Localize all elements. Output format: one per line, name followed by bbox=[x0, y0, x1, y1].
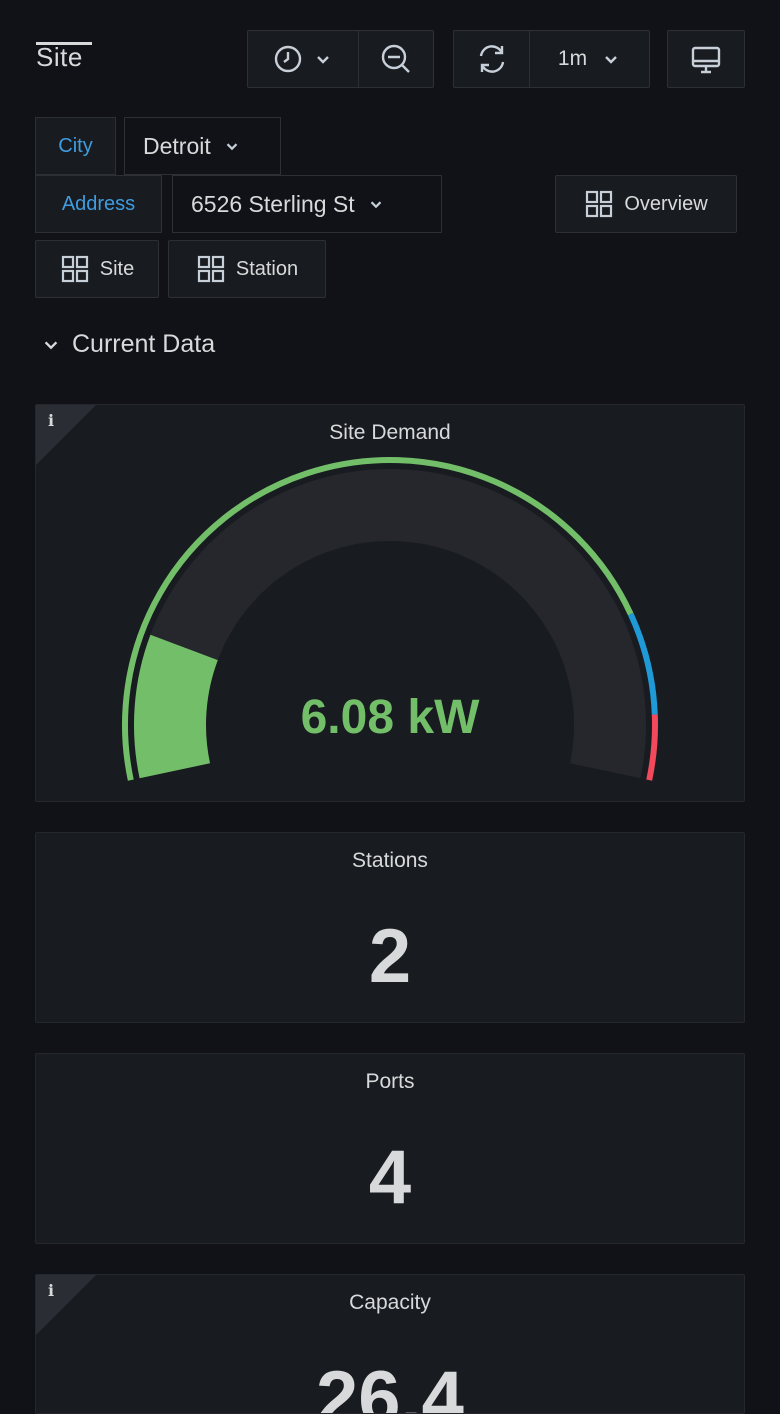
zoom-out-icon bbox=[381, 44, 410, 73]
zoom-out-button[interactable] bbox=[358, 30, 434, 88]
apps-icon bbox=[586, 190, 613, 218]
site-demand-panel[interactable]: i Site Demand 6.08 kW bbox=[35, 404, 745, 802]
overview-link-label: Overview bbox=[624, 192, 708, 215]
stat-value: 4 bbox=[368, 1135, 412, 1220]
refresh-icon bbox=[479, 45, 504, 73]
stat-value: 2 bbox=[368, 914, 412, 999]
station-dashboard-link[interactable]: Station bbox=[168, 240, 326, 298]
ports-panel[interactable]: Ports 4 bbox=[35, 1053, 745, 1244]
stations-panel[interactable]: Stations 2 bbox=[35, 832, 745, 1023]
city-selected-value: Detroit bbox=[143, 132, 211, 159]
time-picker-button[interactable] bbox=[247, 30, 359, 88]
chevron-down-icon bbox=[370, 201, 381, 209]
address-variable-select[interactable]: 6526 Sterling St bbox=[172, 175, 442, 233]
address-selected-value: 6526 Sterling St bbox=[191, 190, 355, 217]
gauge-value: 6.08 kW bbox=[300, 691, 480, 744]
refresh-interval-label: 1m bbox=[557, 47, 588, 70]
tv-mode-button[interactable] bbox=[667, 30, 745, 88]
site-link-label: Site bbox=[99, 257, 135, 280]
title-overline bbox=[36, 42, 92, 45]
page-title: Site bbox=[36, 42, 83, 72]
monitor-icon bbox=[691, 46, 721, 74]
panel-title: Stations bbox=[352, 849, 428, 872]
chevron-down-icon bbox=[317, 56, 329, 64]
city-variable-label: City bbox=[35, 117, 116, 175]
refresh-interval-picker[interactable]: 1m bbox=[529, 30, 650, 88]
row-title: Current Data bbox=[72, 330, 216, 358]
stat-value: 26.4 bbox=[316, 1356, 464, 1414]
apps-icon bbox=[61, 255, 88, 283]
overview-dashboard-link[interactable]: Overview bbox=[555, 175, 737, 233]
chevron-down-icon bbox=[44, 340, 58, 349]
city-variable-select[interactable]: Detroit bbox=[124, 117, 281, 175]
clock-icon bbox=[274, 45, 302, 73]
chevron-down-icon bbox=[605, 56, 617, 64]
address-variable-label: Address bbox=[35, 175, 162, 233]
station-link-label: Station bbox=[235, 257, 299, 280]
chevron-down-icon bbox=[226, 143, 238, 151]
row-toggle-current-data[interactable]: Current Data bbox=[42, 330, 215, 359]
capacity-panel[interactable]: i Capacity 26.4 bbox=[35, 1274, 745, 1414]
panel-title: Capacity bbox=[349, 1291, 431, 1314]
panel-title: Ports bbox=[365, 1070, 415, 1093]
refresh-button[interactable] bbox=[453, 30, 530, 88]
apps-icon bbox=[197, 255, 224, 283]
site-dashboard-link[interactable]: Site bbox=[35, 240, 159, 298]
